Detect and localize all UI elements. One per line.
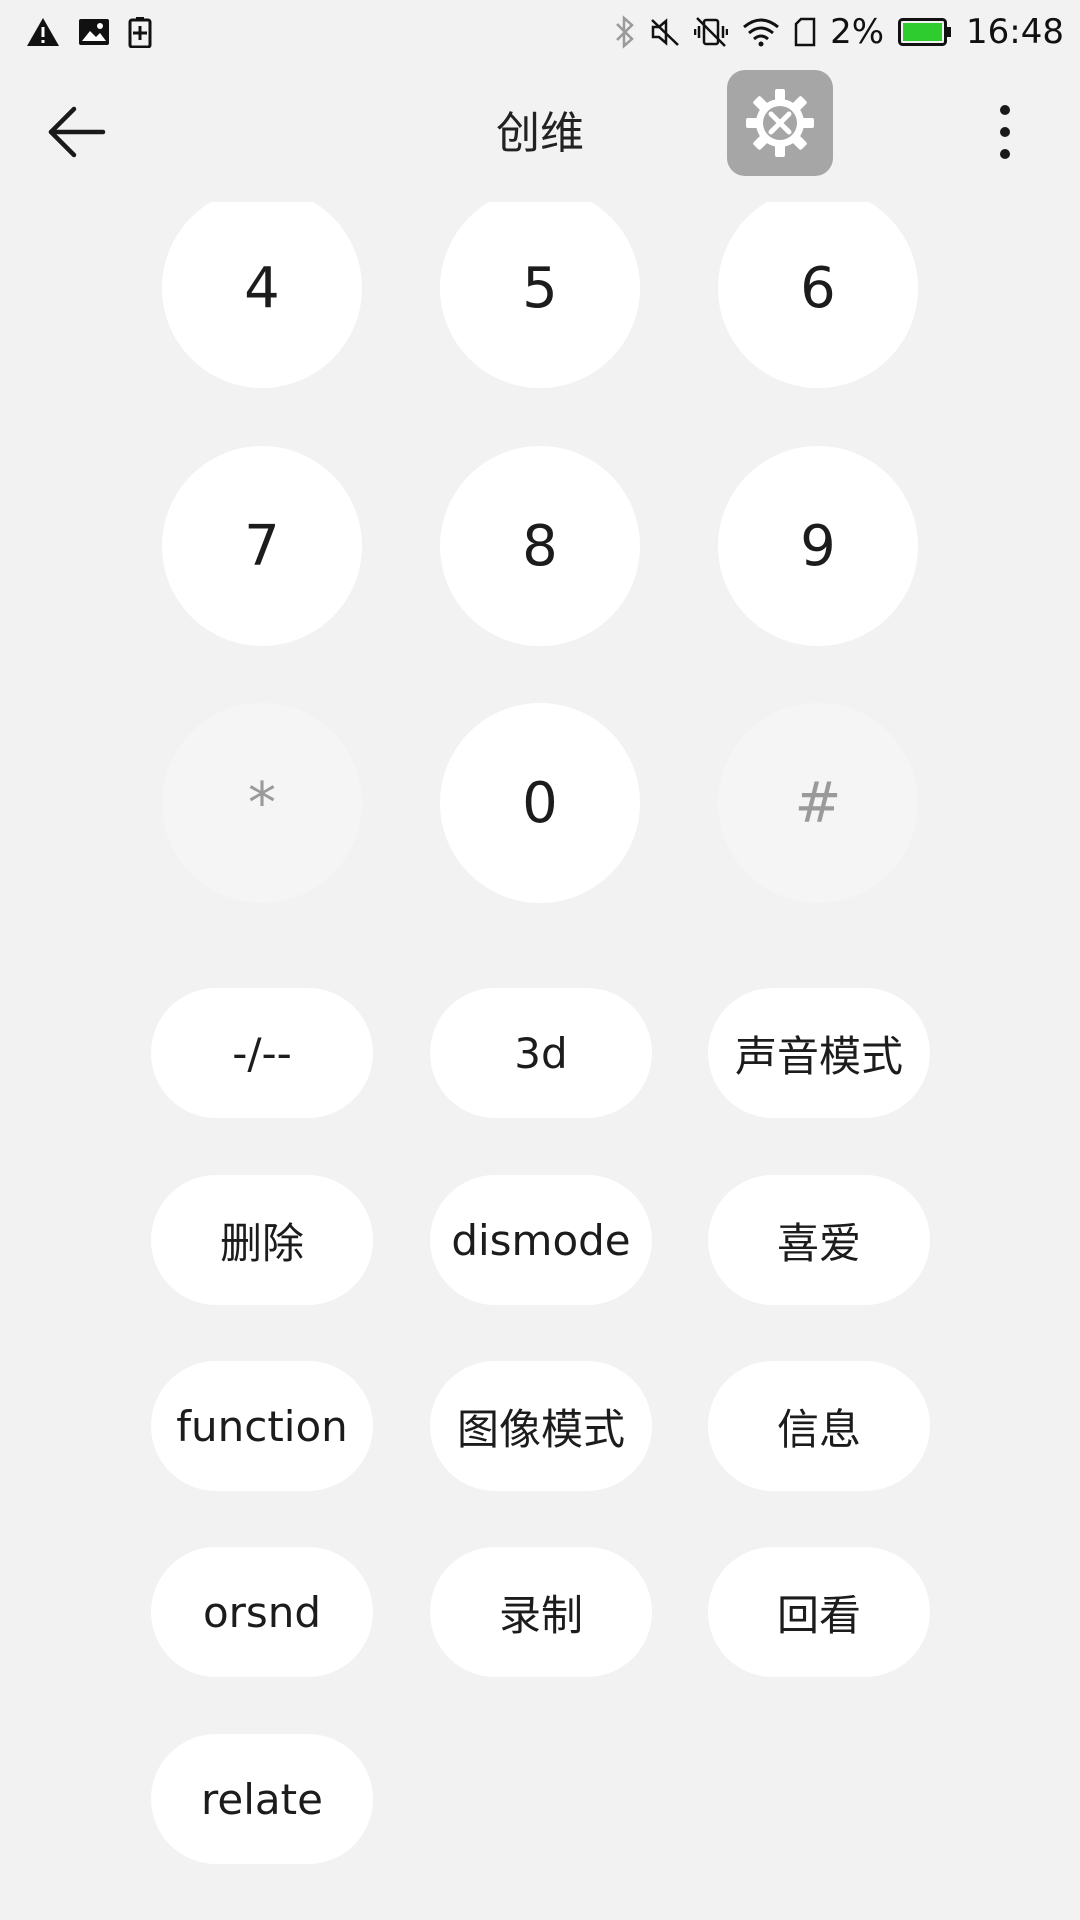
key-hash[interactable]: #: [718, 703, 918, 903]
wifi-icon: [742, 17, 780, 47]
status-time: 16:48: [966, 12, 1064, 52]
warning-icon: [26, 17, 60, 47]
key-6[interactable]: 6: [718, 202, 918, 388]
battery-percent: 2%: [830, 12, 885, 52]
sim-icon: [794, 17, 816, 47]
key-4[interactable]: 4: [162, 202, 362, 388]
function-button[interactable]: function: [151, 1361, 373, 1491]
picture-mode-button[interactable]: 图像模式: [430, 1361, 652, 1491]
key-9[interactable]: 9: [718, 446, 918, 646]
delete-button[interactable]: 删除: [151, 1175, 373, 1305]
key-star[interactable]: *: [162, 703, 362, 903]
toolbar: 创维: [0, 64, 1080, 204]
favorite-button[interactable]: 喜爱: [708, 1175, 930, 1305]
settings-tools-icon: [746, 89, 814, 157]
floating-settings-button[interactable]: [727, 70, 833, 176]
page-title: 创维: [496, 108, 584, 159]
battery-saver-icon: [128, 16, 152, 48]
info-button[interactable]: 信息: [708, 1361, 930, 1491]
back-arrow-icon: [48, 106, 106, 158]
status-bar: 2% 16:48: [0, 0, 1080, 64]
bluetooth-icon: [614, 15, 636, 49]
sound-mode-button[interactable]: 声音模式: [708, 988, 930, 1118]
orsnd-button[interactable]: orsnd: [151, 1547, 373, 1677]
channel-digit-button[interactable]: -/--: [151, 988, 373, 1118]
status-right: 2% 16:48: [614, 12, 1064, 52]
key-0[interactable]: 0: [440, 703, 640, 903]
battery-icon: [898, 18, 952, 46]
key-7[interactable]: 7: [162, 446, 362, 646]
key-8[interactable]: 8: [440, 446, 640, 646]
vibrate-off-icon: [694, 16, 729, 48]
playback-button[interactable]: 回看: [708, 1547, 930, 1677]
status-left: [26, 16, 152, 48]
key-5[interactable]: 5: [440, 202, 640, 388]
mute-icon: [650, 17, 680, 47]
relate-button[interactable]: relate: [151, 1734, 373, 1864]
image-icon: [78, 18, 110, 46]
record-button[interactable]: 录制: [430, 1547, 652, 1677]
back-button[interactable]: [40, 102, 112, 162]
3d-button[interactable]: 3d: [430, 988, 652, 1118]
numeric-keypad: 4 5 6 7 8 9 * 0 #: [0, 202, 1080, 922]
more-options-button[interactable]: [982, 100, 1028, 164]
dismode-button[interactable]: dismode: [430, 1175, 652, 1305]
more-vertical-icon: [1000, 105, 1010, 159]
